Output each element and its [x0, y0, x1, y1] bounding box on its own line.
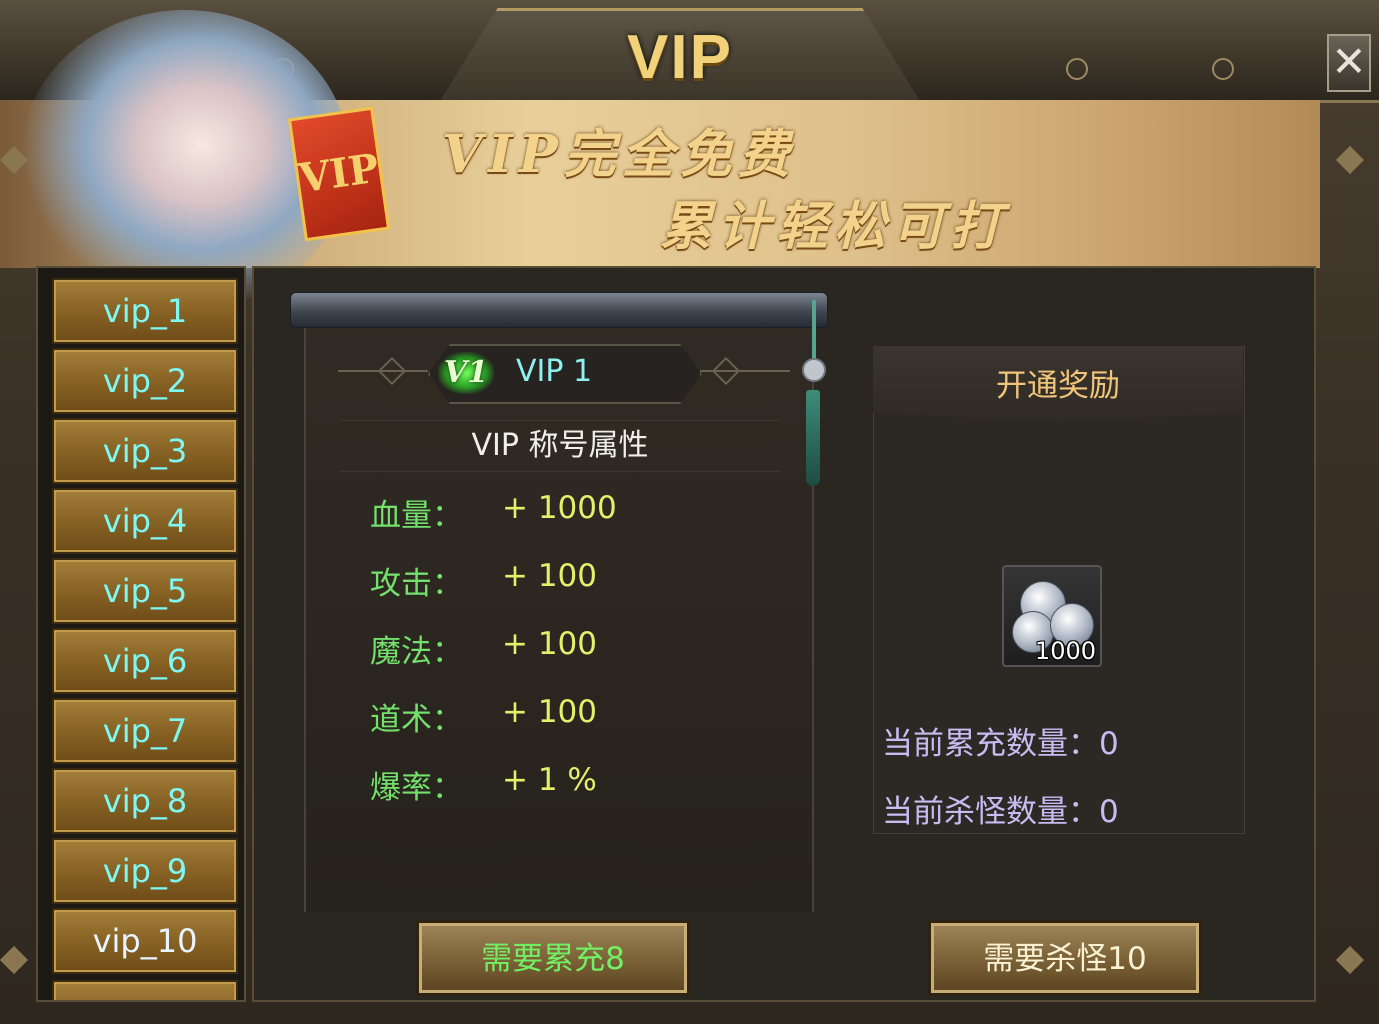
vip-tab-5[interactable]: vip_5: [52, 558, 238, 624]
current-kill-count: 当前杀怪数量：0: [882, 794, 1119, 830]
ornament-circle-icon: [1212, 58, 1234, 80]
attribute-value: + 1000: [502, 490, 617, 526]
vip-window: VIP ✕ VIP VIP完全免费 累计轻松可打 vip_1 vip_2 vip…: [0, 0, 1379, 1024]
attribute-label: 血量：: [370, 498, 463, 534]
attribute-scroll: [304, 318, 814, 912]
attribute-label: 爆率：: [370, 770, 463, 806]
scroll-rod: [290, 292, 828, 328]
vip-tab-7[interactable]: vip_7: [52, 698, 238, 764]
window-title: VIP: [627, 23, 733, 92]
vip-level-list: vip_1 vip_2 vip_3 vip_4 vip_5 vip_6 vip_…: [36, 266, 246, 1002]
vip-tab-partial[interactable]: [52, 980, 238, 1000]
vip-tab-2[interactable]: vip_2: [52, 348, 238, 414]
banner-slogan-line1: VIP完全免费: [442, 124, 796, 185]
vip-card-illustration: VIP: [287, 106, 391, 242]
vip-tab-6[interactable]: vip_6: [52, 628, 238, 694]
vip-tab-10[interactable]: vip_10: [52, 908, 238, 974]
tassel-icon: [806, 390, 820, 486]
vip-tab-8[interactable]: vip_8: [52, 768, 238, 834]
vip-tab-1[interactable]: vip_1: [52, 278, 238, 344]
frame-ornament-icon: [1335, 145, 1365, 175]
attribute-value: + 100: [502, 626, 597, 662]
vip-tab-4[interactable]: vip_4: [52, 488, 238, 554]
ornament-circle-icon: [1066, 58, 1088, 80]
banner-slogan-line2: 累计轻松可打: [660, 196, 1009, 257]
require-kills-button[interactable]: 需要杀怪10: [928, 920, 1202, 996]
attribute-label: 道术：: [370, 702, 463, 738]
vip-tab-9[interactable]: vip_9: [52, 838, 238, 904]
frame-ornament-icon: [0, 945, 29, 975]
attribute-section-title: VIP 称号属性: [340, 420, 780, 472]
vip-tab-3[interactable]: vip_3: [52, 418, 238, 484]
current-recharge-amount: 当前累充数量：0: [882, 726, 1119, 762]
attribute-value: + 100: [502, 694, 597, 730]
attribute-value: + 1 %: [502, 762, 597, 798]
reward-item-slot[interactable]: 1000: [1002, 565, 1102, 667]
reward-title: 开通奖励: [873, 346, 1243, 422]
attribute-label: 魔法：: [370, 634, 463, 670]
attribute-label: 攻击：: [370, 566, 463, 602]
vip-level-title: VIP 1: [516, 354, 593, 389]
close-button[interactable]: ✕: [1327, 34, 1371, 92]
attribute-value: + 100: [502, 558, 597, 594]
reward-item-count: 1000: [1034, 637, 1096, 665]
vip-level-badge-icon: V1: [438, 352, 494, 394]
tassel-bead-icon: [802, 358, 826, 382]
frame-ornament-icon: [1335, 945, 1365, 975]
require-recharge-button[interactable]: 需要累充8: [416, 920, 690, 996]
